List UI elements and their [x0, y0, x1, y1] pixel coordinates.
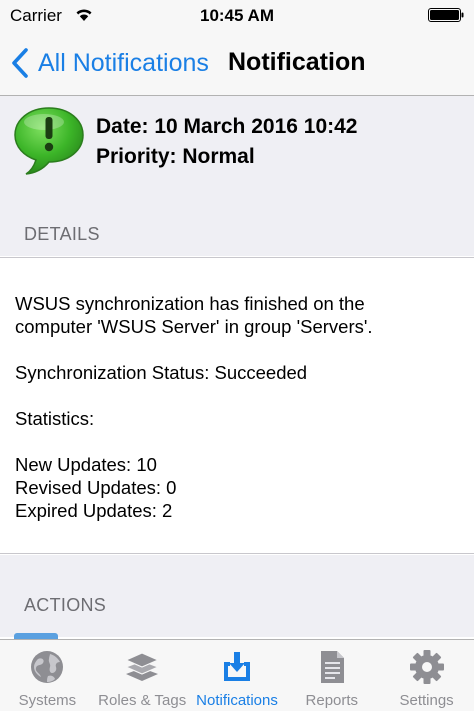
battery-icon — [428, 8, 464, 22]
notification-date: Date: 10 March 2016 10:42 — [96, 115, 358, 138]
revised-updates: Revised Updates: 0 — [15, 477, 177, 498]
gear-icon — [409, 650, 444, 684]
details-text-line: computer 'WSUS Server' in group 'Servers… — [15, 316, 373, 337]
tab-notifications[interactable]: Notifications — [190, 640, 285, 711]
tab-label: Settings — [399, 692, 454, 709]
back-button-label: All Notifications — [38, 48, 209, 77]
speech-bubble-exclamation-icon — [14, 107, 84, 175]
sync-status: Synchronization Status: Succeeded — [15, 362, 308, 383]
tab-label: Notifications — [196, 692, 278, 709]
details-section-header: DETAILS — [24, 224, 100, 244]
tab-roles-tags[interactable]: Roles & Tags — [95, 640, 190, 711]
chevron-left-icon — [12, 48, 28, 78]
tab-reports[interactable]: Reports — [284, 640, 379, 711]
actions-section: ACTIONS — [0, 555, 474, 639]
notification-priority: Priority: Normal — [96, 145, 255, 168]
statistics-label: Statistics: — [15, 408, 95, 429]
navigation-bar: All Notifications Notification — [0, 30, 474, 96]
tab-bar: Systems Roles & Tags Notifications Repor… — [0, 639, 474, 711]
tab-label: Roles & Tags — [98, 692, 187, 709]
tab-label: Systems — [18, 692, 77, 709]
tab-systems[interactable]: Systems — [0, 640, 95, 711]
details-panel: WSUS synchronization has finished on the… — [0, 257, 474, 554]
clock: 10:45 AM — [199, 6, 274, 25]
notification-meta: Date: 10 March 2016 10:42 Priority: Norm… — [96, 112, 358, 172]
back-button[interactable]: All Notifications — [10, 46, 209, 80]
status-bar: Carrier 10:45 AM — [0, 0, 474, 30]
tab-settings[interactable]: Settings — [379, 640, 474, 711]
details-text-line: WSUS synchronization has finished on the — [15, 293, 365, 314]
globe-icon — [31, 651, 64, 683]
notification-header: Date: 10 March 2016 10:42 Priority: Norm… — [0, 96, 474, 256]
document-icon — [320, 651, 344, 683]
page-title: Notification — [228, 48, 366, 76]
inbox-download-icon — [223, 652, 250, 681]
layers-icon — [124, 652, 160, 681]
tab-label: Reports — [305, 692, 359, 709]
new-updates: New Updates: 10 — [15, 454, 157, 475]
expired-updates: Expired Updates: 2 — [15, 500, 173, 521]
actions-section-header: ACTIONS — [24, 595, 107, 615]
